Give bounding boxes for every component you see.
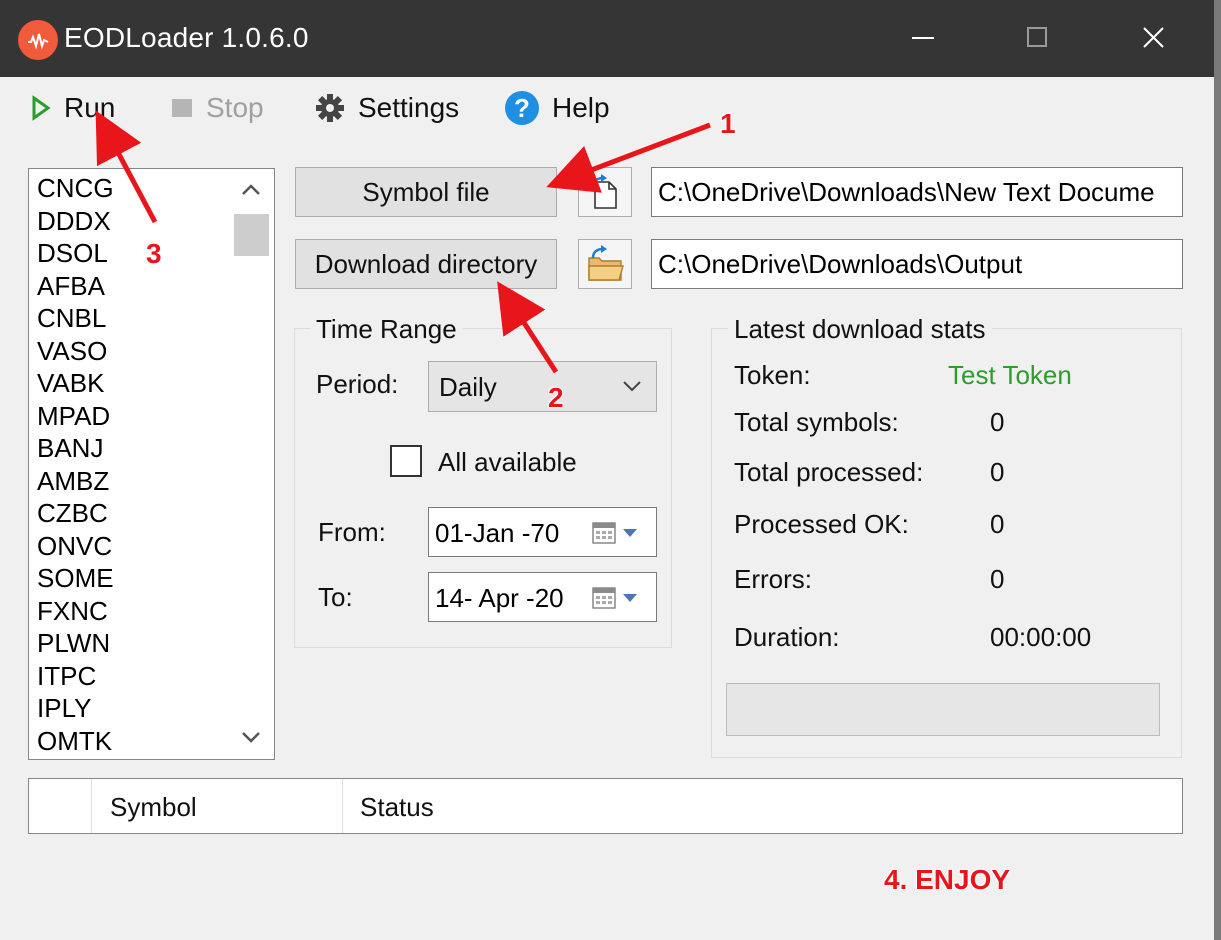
list-item[interactable]: DDDX: [37, 206, 111, 236]
processed-ok-label: Processed OK:: [734, 509, 909, 539]
calendar-dropdown-icon[interactable]: [591, 520, 647, 546]
results-grid[interactable]: [28, 778, 1183, 834]
column-divider: [342, 779, 343, 833]
time-range-title: Time Range: [310, 314, 463, 345]
list-item[interactable]: SOME: [37, 563, 114, 593]
total-processed-value: 0: [990, 457, 1005, 487]
symbol-file-button-label: Symbol file: [362, 176, 490, 207]
help-label: Help: [552, 92, 610, 123]
symbol-file-path-field[interactable]: C:\OneDrive\Downloads\New Text Docume: [651, 167, 1183, 217]
stop-label: Stop: [206, 92, 264, 123]
list-item[interactable]: CZBC: [37, 498, 108, 528]
stop-icon: [172, 99, 192, 117]
period-dropdown[interactable]: Daily: [428, 361, 657, 412]
period-value: Daily: [439, 372, 497, 402]
question-mark-icon: ?: [505, 91, 539, 125]
run-label: Run: [64, 92, 116, 123]
annotation-3: 3: [146, 238, 162, 269]
download-directory-button[interactable]: Download directory: [295, 239, 557, 289]
list-item[interactable]: MPAD: [37, 401, 110, 431]
list-item[interactable]: VABK: [37, 368, 104, 398]
window-title: EODLoader 1.0.6.0: [64, 22, 309, 53]
list-item[interactable]: ONVC: [37, 531, 112, 561]
list-item[interactable]: CNBL: [37, 303, 106, 333]
list-item[interactable]: AFBA: [37, 271, 105, 301]
status-column-header[interactable]: Status: [360, 792, 434, 823]
annotation-1: 1: [720, 108, 736, 139]
duration-label: Duration:: [734, 622, 840, 652]
chevron-down-icon: [623, 381, 641, 392]
list-item[interactable]: CNCG: [37, 173, 114, 203]
to-label: To:: [318, 582, 353, 612]
scrollbar-thumb[interactable]: [234, 214, 269, 256]
column-divider: [91, 779, 92, 833]
list-item[interactable]: ITPC: [37, 661, 96, 691]
calendar-dropdown-icon[interactable]: [591, 585, 647, 611]
download-directory-path-field[interactable]: C:\OneDrive\Downloads\Output: [651, 239, 1183, 289]
total-symbols-label: Total symbols:: [734, 407, 899, 437]
list-scrollbar[interactable]: [232, 170, 272, 758]
from-date-value: 01-Jan -70: [435, 518, 560, 548]
minimize-button[interactable]: [865, 0, 981, 77]
total-symbols-value: 0: [990, 407, 1005, 437]
open-folder-icon: [588, 245, 624, 281]
duration-value: 00:00:00: [990, 622, 1092, 652]
progress-bar: [726, 683, 1160, 736]
errors-value: 0: [990, 564, 1005, 594]
gear-icon: [316, 94, 344, 122]
maximize-button[interactable]: [980, 0, 1096, 77]
token-value: Test Token: [948, 360, 1072, 390]
list-item[interactable]: AMBZ: [37, 466, 109, 496]
window-edge: [1214, 0, 1221, 940]
to-date-value: 14- Apr -20: [435, 583, 564, 613]
download-directory-button-label: Download directory: [314, 248, 538, 279]
settings-menu-item[interactable]: Settings: [314, 88, 459, 128]
period-label: Period:: [316, 369, 399, 399]
to-date-picker[interactable]: 14- Apr -20: [428, 572, 657, 622]
download-directory-path-value: C:\OneDrive\Downloads\Output: [658, 248, 1023, 279]
list-item[interactable]: DSOL: [37, 238, 108, 268]
annotation-2: 2: [548, 382, 564, 413]
total-processed-label: Total processed:: [734, 457, 924, 487]
play-icon: [32, 95, 51, 121]
list-item[interactable]: BANJ: [37, 433, 103, 463]
from-label: From:: [318, 517, 386, 547]
list-item[interactable]: OMTK: [37, 726, 112, 756]
open-file-icon: [589, 174, 617, 209]
app-logo-icon: [18, 20, 58, 60]
list-item[interactable]: VASO: [37, 336, 107, 366]
symbol-file-browse-button[interactable]: [578, 167, 632, 217]
run-menu-item[interactable]: Run: [30, 88, 115, 128]
download-directory-browse-button[interactable]: [578, 239, 632, 289]
list-item[interactable]: PLWN: [37, 628, 110, 658]
settings-label: Settings: [358, 92, 460, 123]
close-button[interactable]: [1096, 0, 1212, 77]
download-stats-title: Latest download stats: [728, 314, 992, 345]
symbol-column-header[interactable]: Symbol: [110, 792, 197, 823]
scroll-down-icon[interactable]: [238, 727, 264, 752]
stop-menu-item[interactable]: Stop: [170, 88, 264, 128]
annotation-4: 4. ENJOY: [884, 864, 1011, 895]
errors-label: Errors:: [734, 564, 812, 594]
all-available-checkbox[interactable]: [390, 445, 422, 477]
from-date-picker[interactable]: 01-Jan -70: [428, 507, 657, 557]
symbol-file-path-value: C:\OneDrive\Downloads\New Text Docume: [658, 176, 1155, 207]
all-available-label: All available: [438, 447, 577, 477]
token-label: Token:: [734, 360, 811, 390]
svg-text:?: ?: [514, 93, 530, 123]
list-item[interactable]: FXNC: [37, 596, 108, 626]
symbol-file-button[interactable]: Symbol file: [295, 167, 557, 217]
scroll-up-icon[interactable]: [238, 180, 264, 205]
help-menu-item[interactable]: ? Help: [504, 88, 610, 128]
list-item[interactable]: IPLY: [37, 693, 91, 723]
processed-ok-value: 0: [990, 509, 1005, 539]
